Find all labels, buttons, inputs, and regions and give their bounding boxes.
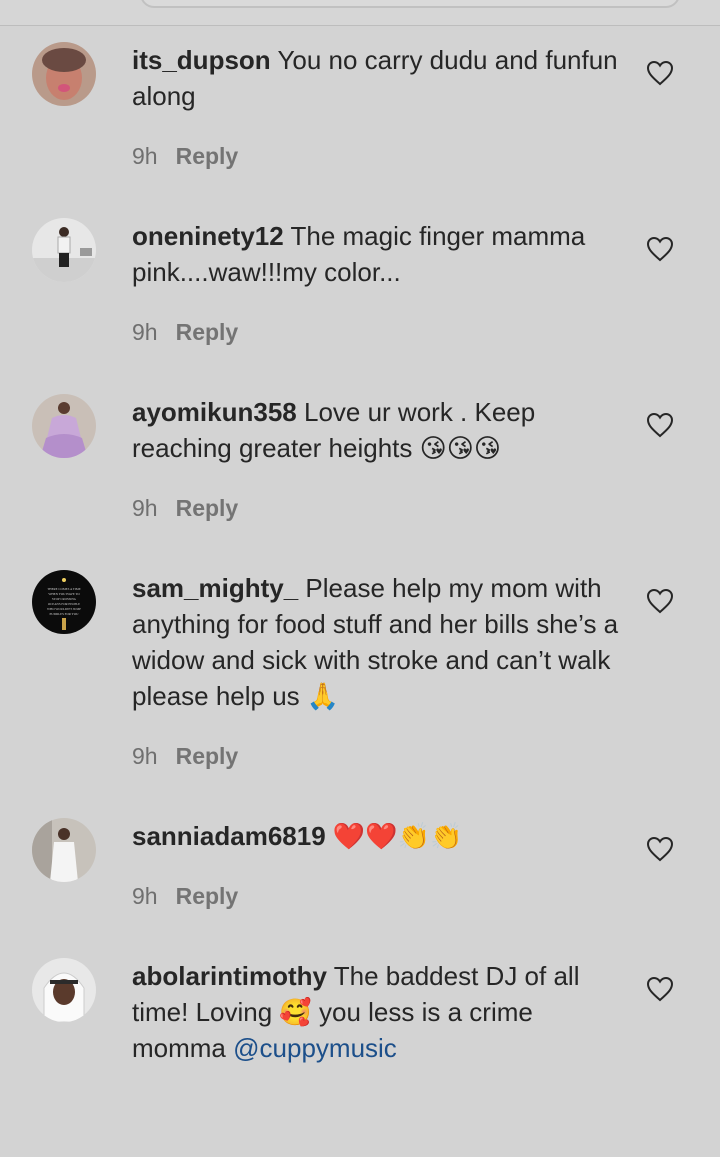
reply-button[interactable]: Reply bbox=[176, 319, 239, 345]
comment-time: 9h bbox=[132, 743, 158, 769]
reply-button[interactable]: Reply bbox=[176, 883, 239, 909]
avatar[interactable] bbox=[32, 818, 96, 882]
avatar[interactable] bbox=[32, 958, 96, 1022]
top-search-bar bbox=[0, 0, 720, 26]
avatar[interactable] bbox=[32, 394, 96, 458]
comment-time: 9h bbox=[132, 883, 158, 909]
man-headscarf-avatar-icon bbox=[32, 958, 96, 1022]
mention-link[interactable]: @cuppymusic bbox=[233, 1033, 397, 1063]
dark-quote-avatar-icon: THERE COMES A TIME WHEN YOU HAVE TO STOP… bbox=[32, 570, 96, 634]
comment-time: 9h bbox=[132, 319, 158, 345]
comment-username[interactable]: its_dupson bbox=[132, 45, 271, 75]
reply-button[interactable]: Reply bbox=[176, 143, 239, 169]
comment-time: 9h bbox=[132, 143, 158, 169]
woman-pink-avatar-icon bbox=[32, 42, 96, 106]
man-white-attire-avatar-icon bbox=[32, 818, 96, 882]
avatar[interactable]: THERE COMES A TIME WHEN YOU HAVE TO STOP… bbox=[32, 570, 96, 634]
comment-username[interactable]: sanniadam6819 bbox=[132, 821, 326, 851]
comment-text: ❤️❤️👏👏 bbox=[332, 821, 463, 851]
heart-outline-icon[interactable] bbox=[646, 976, 674, 1002]
comment-username[interactable]: sam_mighty_ bbox=[132, 573, 298, 603]
comment-username[interactable]: oneninety12 bbox=[132, 221, 284, 251]
comment-input-pill[interactable] bbox=[140, 0, 680, 8]
svg-text:STOP CROSSING: STOP CROSSING bbox=[52, 597, 77, 601]
avatar[interactable] bbox=[32, 42, 96, 106]
heart-outline-icon[interactable] bbox=[646, 836, 674, 862]
comment-time: 9h bbox=[132, 495, 158, 521]
heart-outline-icon[interactable] bbox=[646, 60, 674, 86]
svg-text:OCEANS FOR PEOPLE: OCEANS FOR PEOPLE bbox=[48, 602, 80, 606]
comment-username[interactable]: ayomikun358 bbox=[132, 397, 297, 427]
svg-text:WHO WOULDN'T JUMP: WHO WOULDN'T JUMP bbox=[47, 607, 81, 611]
avatar[interactable] bbox=[32, 218, 96, 282]
heart-outline-icon[interactable] bbox=[646, 412, 674, 438]
man-standing-avatar-icon bbox=[32, 218, 96, 282]
heart-outline-icon[interactable] bbox=[646, 588, 674, 614]
svg-text:PUDDLES FOR YOU: PUDDLES FOR YOU bbox=[50, 612, 80, 616]
reply-button[interactable]: Reply bbox=[176, 743, 239, 769]
heart-outline-icon[interactable] bbox=[646, 236, 674, 262]
svg-text:WHEN YOU HAVE TO: WHEN YOU HAVE TO bbox=[48, 592, 80, 596]
reply-button[interactable]: Reply bbox=[176, 495, 239, 521]
svg-text:THERE COMES A TIME: THERE COMES A TIME bbox=[47, 587, 80, 591]
comment-username[interactable]: abolarintimothy bbox=[132, 961, 327, 991]
woman-purple-dress-avatar-icon bbox=[32, 394, 96, 458]
